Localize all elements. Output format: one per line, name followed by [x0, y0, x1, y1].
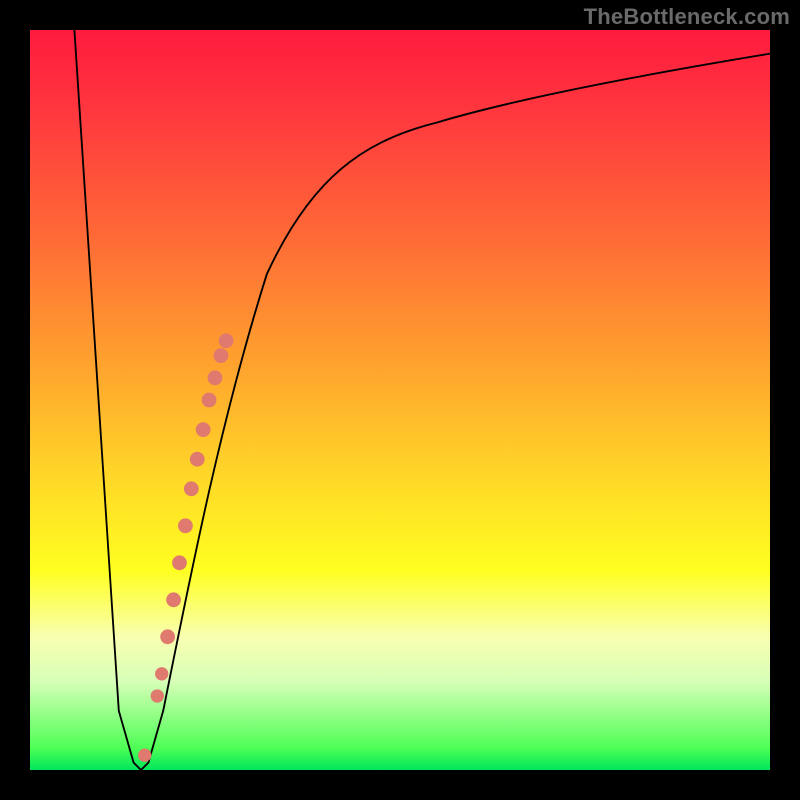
marker-dot	[196, 422, 211, 437]
chart-frame: TheBottleneck.com	[0, 0, 800, 800]
chart-svg	[30, 30, 770, 770]
bottleneck-curve	[74, 30, 770, 770]
marker-dot	[208, 370, 223, 385]
watermark-text: TheBottleneck.com	[584, 4, 790, 30]
marker-dot	[202, 393, 217, 408]
marker-dot	[184, 481, 199, 496]
marker-dot	[172, 555, 187, 570]
plot-area	[30, 30, 770, 770]
marker-group	[138, 333, 233, 761]
marker-dot	[178, 518, 193, 533]
marker-dot	[214, 348, 229, 363]
marker-dot	[166, 592, 181, 607]
marker-dot	[160, 629, 175, 644]
marker-dot	[190, 452, 205, 467]
marker-dot	[219, 333, 234, 348]
marker-dot	[151, 689, 164, 702]
marker-dot	[155, 667, 168, 680]
marker-dot	[138, 749, 151, 762]
